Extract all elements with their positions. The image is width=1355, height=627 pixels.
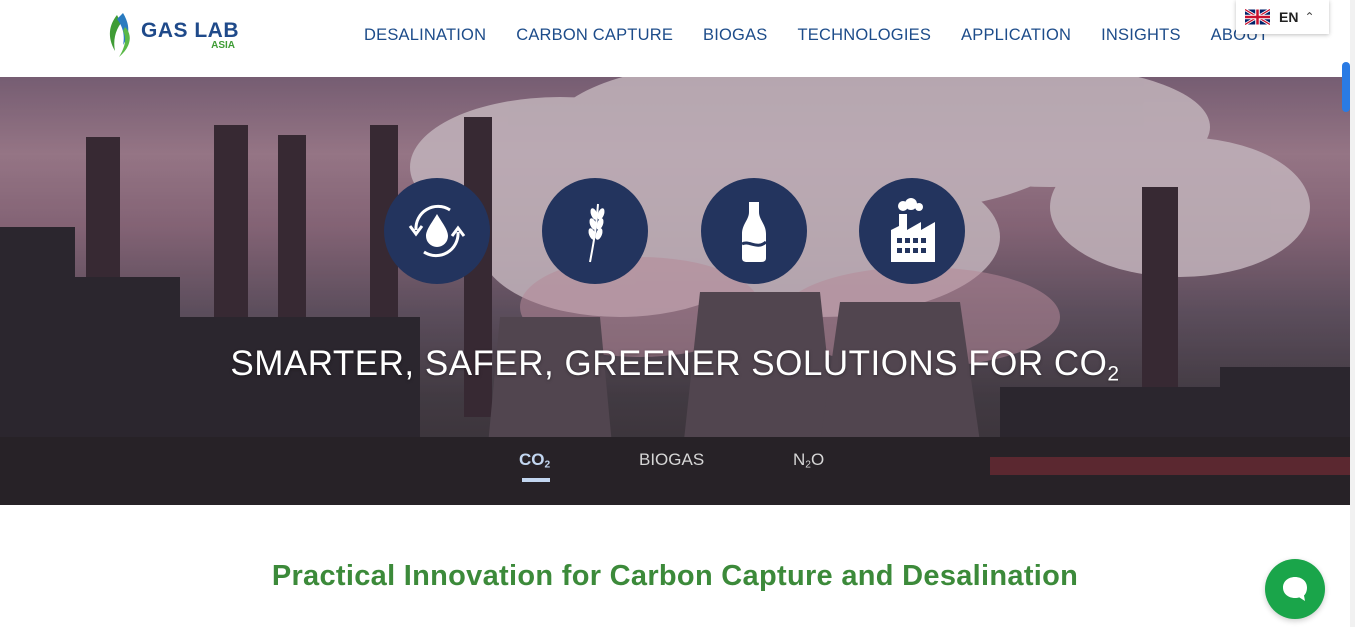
water-cycle-icon[interactable] [384,178,490,284]
page-scrollbar[interactable] [1350,0,1355,627]
main-nav: DESALINATION CARBON CAPTURE BIOGAS TECHN… [364,26,1299,48]
hero-banner: SMARTER, SAFER, GREENER SOLUTIONS FOR CO… [0,77,1350,505]
logo-word-lab: LAB [194,18,240,42]
scrollbar-thumb[interactable] [1342,62,1350,112]
nav-application[interactable]: APPLICATION [961,26,1071,48]
active-tab-indicator [522,478,550,482]
gas-tabs: CO2 BIOGAS N2O [0,450,1350,490]
hero-overlay [0,77,1350,505]
hero-title-text: SMARTER, SAFER, GREENER SOLUTIONS FOR CO [230,344,1108,383]
chat-button[interactable] [1265,559,1325,619]
gas-lab-asia-logo[interactable]: GAS LAB ASIA [103,10,263,60]
solution-icons [0,178,1350,284]
logo-text: GAS LAB ASIA [141,20,239,51]
chat-bubble-icon [1283,577,1307,601]
tab-biogas[interactable]: BIOGAS [639,450,704,470]
language-code: EN [1279,9,1299,25]
hero-title-subscript: 2 [1107,362,1120,386]
section-heading: Practical Innovation for Carbon Capture … [271,560,1079,592]
bottle-icon[interactable] [701,178,807,284]
nav-desalination[interactable]: DESALINATION [364,26,486,48]
factory-icon[interactable] [859,178,965,284]
site-header: GAS LAB ASIA DESALINATION CARBON CAPTURE… [0,0,1355,77]
nav-carbon-capture[interactable]: CARBON CAPTURE [516,26,673,48]
nav-biogas[interactable]: BIOGAS [703,26,767,48]
tab-n2o-label: N [793,450,806,469]
logo-word-gas: GAS [141,18,189,42]
tab-co2[interactable]: CO2 [519,450,550,471]
wheat-icon[interactable] [542,178,648,284]
tab-co2-label: CO [519,450,545,469]
tab-co2-subscript: 2 [544,459,551,471]
hero-title: SMARTER, SAFER, GREENER SOLUTIONS FOR CO… [0,344,1350,386]
tab-n2o-suffix: O [810,450,825,469]
uk-flag-icon [1245,9,1270,25]
chevron-up-icon: ⌃ [1304,10,1315,24]
nav-insights[interactable]: INSIGHTS [1101,26,1181,48]
nav-technologies[interactable]: TECHNOLOGIES [798,26,932,48]
tab-n2o[interactable]: N2O [793,450,824,471]
language-selector[interactable]: EN ⌃ [1236,0,1329,34]
tab-biogas-label: BIOGAS [639,450,705,469]
flame-leaf-logo-icon [109,13,130,57]
logo-sub-asia: ASIA [211,39,236,51]
